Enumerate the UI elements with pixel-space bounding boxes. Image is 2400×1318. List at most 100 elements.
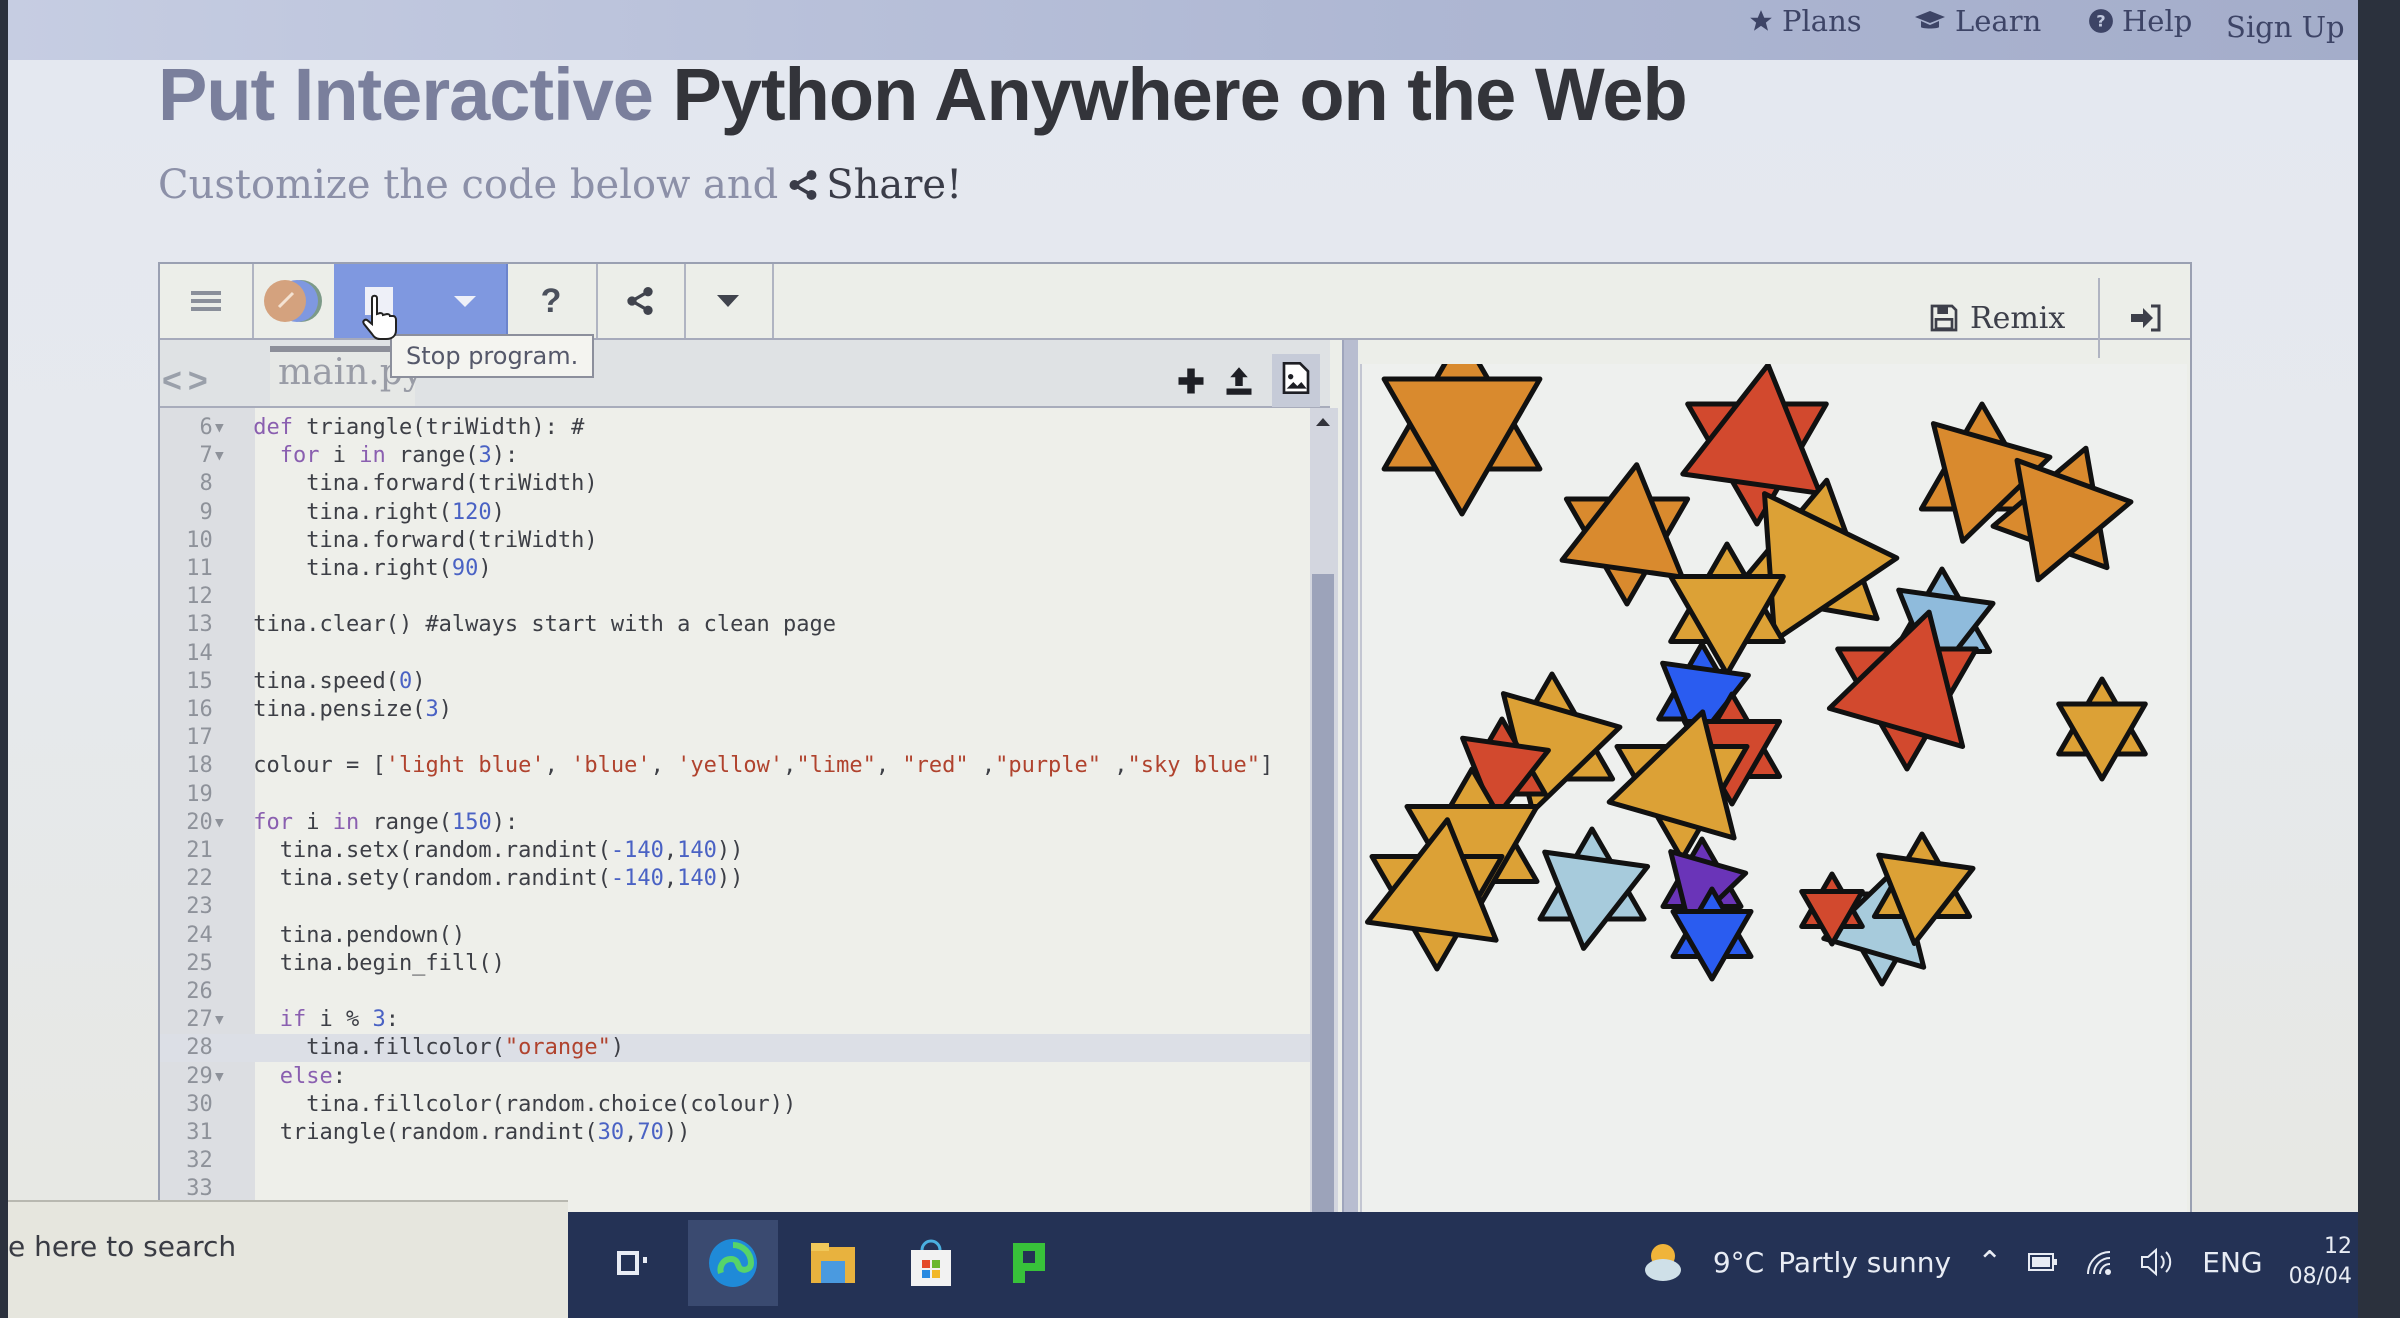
wifi-icon[interactable] <box>2084 1248 2114 1276</box>
line-text: for i in range(150): <box>253 809 519 835</box>
task-view-button[interactable] <box>598 1230 664 1296</box>
store-button[interactable] <box>898 1230 964 1296</box>
line-number: 8 <box>199 471 226 497</box>
star-icon <box>1750 10 1772 31</box>
line-number: 6▾ <box>199 415 227 440</box>
taskbar-search[interactable]: e here to search <box>8 1200 568 1318</box>
battery-icon[interactable] <box>2028 1252 2058 1272</box>
turtle-triangle-pair <box>1381 364 1543 517</box>
code-line[interactable]: 30 tina.fillcolor(random.choice(colour)) <box>160 1091 1310 1119</box>
line-number: 19 <box>186 781 226 807</box>
plus-icon[interactable] <box>1176 366 1206 396</box>
green-app-button[interactable] <box>996 1230 1062 1296</box>
subtitle-text: Customize the code below and <box>158 162 779 208</box>
upload-icon[interactable] <box>1224 366 1254 396</box>
nav-sign-up[interactable]: Sign Up <box>2226 10 2345 44</box>
code-line[interactable]: 18 colour = ['light blue', 'blue', 'yell… <box>160 752 1310 780</box>
weather-desc[interactable]: Partly sunny <box>1778 1246 1951 1279</box>
search-placeholder: e here to search <box>8 1230 237 1263</box>
clock[interactable]: 12 08/04 <box>2289 1232 2352 1292</box>
code-line[interactable]: 6▾ def triangle(triWidth): # <box>160 414 1310 442</box>
volume-icon[interactable] <box>2140 1247 2176 1277</box>
image-file-button[interactable] <box>1272 354 1320 407</box>
save-icon <box>1930 304 1958 332</box>
file-explorer-button[interactable] <box>800 1230 866 1296</box>
line-number: 23 <box>186 894 226 920</box>
code-line[interactable]: 13 tina.clear() #always start with a cle… <box>160 611 1310 639</box>
chevron-up-icon[interactable]: ⌃ <box>1977 1245 2002 1280</box>
pane-divider[interactable] <box>1342 340 1358 1234</box>
share-link[interactable]: Share! <box>786 162 962 208</box>
code-editor[interactable]: 6▾ def triangle(triWidth): #7▾ for i in … <box>160 408 1310 1234</box>
code-line[interactable]: 9 tina.right(120) <box>160 499 1310 527</box>
code-line[interactable]: 19 <box>160 781 1310 809</box>
weather-temp[interactable]: 9°C <box>1713 1246 1764 1279</box>
code-line[interactable]: 28 tina.fillcolor("orange") <box>160 1034 1310 1063</box>
run-options-dropdown[interactable] <box>424 264 508 338</box>
line-text <box>240 641 253 666</box>
language-indicator[interactable]: ENG <box>2202 1246 2262 1279</box>
line-number: 7▾ <box>199 443 227 469</box>
taskbar: 9°C Partly sunny ⌃ ENG 12 08/04 <box>568 1212 2358 1318</box>
file-nav-arrows[interactable]: <> <box>162 362 214 401</box>
menu-button[interactable] <box>160 264 254 338</box>
share-button[interactable] <box>596 264 686 338</box>
code-line[interactable]: 16 tina.pensize(3) <box>160 696 1310 724</box>
share-label: Share! <box>826 162 963 208</box>
line-number: 28 <box>186 1035 226 1061</box>
line-text: else: <box>279 1063 346 1089</box>
clock-time: 12 <box>2324 1234 2352 1259</box>
code-line[interactable]: 27▾ if i % 3: <box>160 1006 1310 1034</box>
line-text: tina.pensize(3) <box>240 697 452 722</box>
code-line[interactable]: 26 <box>160 978 1310 1006</box>
weather-icon[interactable] <box>1641 1240 1687 1284</box>
code-scrollbar[interactable] <box>1310 408 1338 1234</box>
store-icon <box>911 1239 951 1286</box>
code-line[interactable]: 15 tina.speed(0) <box>160 668 1310 696</box>
line-number: 11 <box>186 556 226 581</box>
line-number: 30 <box>186 1091 226 1117</box>
code-line[interactable]: 23 <box>160 893 1310 921</box>
line-text: tina.forward(triWidth) <box>240 471 598 497</box>
code-line[interactable]: 7▾ for i in range(3): <box>160 442 1310 470</box>
login-button[interactable] <box>2102 278 2190 358</box>
run-toggle-button[interactable] <box>252 264 336 338</box>
turtle-triangle-pair <box>2056 676 2148 782</box>
code-line[interactable]: 22 tina.sety(random.randint(-140,140)) <box>160 865 1310 893</box>
code-line[interactable]: 12 <box>160 583 1310 611</box>
nav-help-label: Help <box>2122 4 2193 38</box>
share-icon <box>627 287 653 315</box>
code-line[interactable]: 20▾ for i in range(150): <box>160 809 1310 837</box>
nav-plans[interactable]: Plans <box>1748 4 1862 38</box>
line-text <box>240 782 253 807</box>
remix-button[interactable]: Remix <box>1920 278 2100 358</box>
line-number: 21 <box>186 838 226 863</box>
scroll-thumb[interactable] <box>1312 574 1334 1224</box>
nav-learn[interactable]: Learn <box>1913 4 2041 38</box>
code-line[interactable]: 17 <box>160 724 1310 752</box>
code-line[interactable]: 31 triangle(random.randint(30,70)) <box>160 1119 1310 1147</box>
help-label: ? <box>540 281 562 320</box>
turtle-drawing <box>1365 364 2148 987</box>
code-line[interactable]: 25 tina.begin_fill() <box>160 950 1310 978</box>
code-line[interactable]: 21 tina.setx(random.randint(-140,140)) <box>160 837 1310 865</box>
nav-learn-label: Learn <box>1955 4 2042 38</box>
line-number: 22 <box>186 866 226 892</box>
more-options-dropdown[interactable] <box>684 264 774 338</box>
scroll-up-arrow[interactable] <box>1316 418 1330 426</box>
edge-button[interactable] <box>688 1220 778 1306</box>
code-line[interactable]: 24 tina.pendown() <box>160 922 1310 950</box>
screen: Plans Learn ? Help Sign Up Put Interacti… <box>8 0 2358 1318</box>
code-line[interactable]: 11 tina.right(90) <box>160 555 1310 583</box>
code-line[interactable]: 8 tina.forward(triWidth) <box>160 470 1310 498</box>
title-part-1: Put Interactive <box>158 53 673 136</box>
nav-help[interactable]: ? Help <box>2088 4 2192 38</box>
help-button[interactable]: ? <box>506 264 598 338</box>
title-part-2: Python Anywhere on the Web <box>672 53 1688 136</box>
code-line[interactable]: 14 <box>160 640 1310 668</box>
code-line[interactable]: 29▾ else: <box>160 1063 1310 1091</box>
code-line[interactable]: 10 tina.forward(triWidth) <box>160 527 1310 555</box>
turtle-triangle-pair <box>1559 462 1691 607</box>
graduation-cap-icon <box>1915 11 1945 29</box>
code-line[interactable]: 32 <box>160 1147 1310 1175</box>
